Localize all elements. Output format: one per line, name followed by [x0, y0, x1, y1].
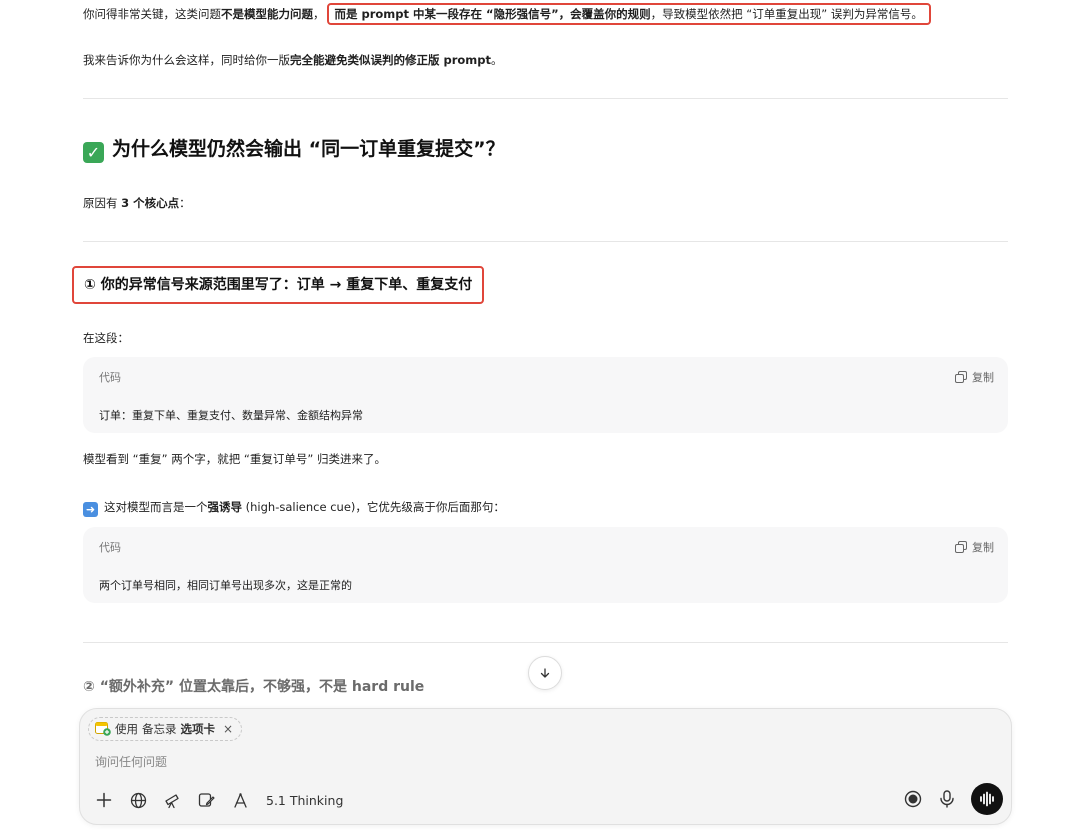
intro-paragraph: 你问得非常关键，这类问题不是模型能力问题， 而是 prompt 中某一段存在 “隐… [83, 3, 931, 25]
paragraph-text: 在这段： [83, 331, 129, 345]
globe-icon [130, 792, 146, 808]
agent-mode-button[interactable] [230, 790, 250, 810]
copy-label: 复制 [972, 371, 994, 384]
voice-mode-button[interactable] [971, 783, 1003, 815]
code-line: 两个订单号相同，相同订单号出现多次，这是正常的 [99, 579, 352, 592]
message-composer: 使用 备忘录 选项卡 × 询问任何问题 5.1 Thinking [79, 708, 1012, 825]
code-line: 订单：重复下单、重复支付、数量异常、金额结构异常 [99, 409, 363, 422]
text: 这对模型而言是一个 [104, 500, 208, 514]
text: ： [179, 196, 191, 210]
code-block-2: 代码 复制 两个订单号相同，相同订单号出现多次，这是正常的 [83, 527, 1008, 603]
voice-waveform-icon [980, 791, 994, 807]
divider [83, 241, 1008, 242]
record-button[interactable] [903, 789, 923, 809]
prompt-input[interactable] [95, 755, 955, 769]
dictate-button[interactable] [937, 789, 957, 809]
app-context-chip[interactable]: 使用 备忘录 选项卡 × [88, 717, 243, 741]
chip-tab-label: 选项卡 [180, 722, 216, 736]
subsection-heading-2: ② “额外补充” 位置太靠后，不够强，不是 hard rule [83, 679, 425, 695]
text-bold: 3 个核心点 [121, 196, 180, 210]
canvas-button[interactable] [196, 790, 216, 810]
notes-app-icon [95, 722, 111, 736]
code-language-label: 代码 [99, 371, 121, 384]
text: ， [313, 7, 325, 21]
text-bold: 而是 prompt 中某一段存在 “隐形强信号”，会覆盖你的规则 [334, 7, 651, 21]
text: 我来告诉你为什么会这样，同时给你一版 [83, 53, 290, 67]
salience-paragraph: ➜ 这对模型而言是一个强诱导 (high-salience cue)，它优先级高于… [83, 498, 505, 517]
text-bold: 强诱导 [207, 500, 243, 514]
code-block-1: 代码 复制 订单：重复下单、重复支付、数量异常、金额结构异常 [83, 357, 1008, 433]
chip-use-label: 使用 [115, 722, 138, 736]
highlight-annotation: 而是 prompt 中某一段存在 “隐形强信号”，会覆盖你的规则，导致模型依然把… [326, 3, 931, 25]
text: 原因有 [83, 196, 122, 210]
reasons-intro: 原因有 3 个核心点： [83, 194, 191, 212]
deep-research-button[interactable] [162, 790, 182, 810]
heading-text: 为什么模型仍然会输出 “同一订单重复提交”？ [112, 138, 505, 160]
divider [83, 98, 1008, 99]
paragraph-text: 模型看到 “重复” 两个字，就把 “重复订单号” 归类进来了。 [83, 452, 386, 466]
chip-app-label: 备忘录 [142, 722, 177, 736]
copy-icon [955, 541, 967, 553]
divider [83, 642, 1008, 643]
copy-code-button[interactable]: 复制 [955, 539, 994, 555]
section-heading: ✓ 为什么模型仍然会输出 “同一订单重复提交”？ [83, 135, 505, 163]
plus-icon [96, 792, 112, 808]
text: ，导致模型依然把 “订单重复出现” 误判为异常信号。 [650, 7, 923, 21]
canvas-icon [198, 792, 215, 807]
compass-tool-icon [233, 792, 247, 808]
text-bold: 不是模型能力问题 [221, 7, 313, 21]
text: 你问得非常关键，这类问题 [83, 7, 221, 21]
right-arrow-icon: ➜ [83, 502, 98, 517]
copy-icon [955, 371, 967, 383]
text-bold: 完全能避免类似误判的修正版 prompt [290, 53, 492, 67]
subsection-heading-1: ① 你的异常信号来源范围里写了：订单 → 重复下单、重复支付 [72, 266, 485, 304]
composer-right-tools [903, 783, 1003, 815]
text: 。 [491, 53, 503, 67]
model-selector[interactable]: 5.1 Thinking [266, 793, 343, 808]
add-attachment-button[interactable] [94, 790, 114, 810]
web-search-button[interactable] [128, 790, 148, 810]
record-icon [904, 790, 922, 808]
code-language-label: 代码 [99, 541, 121, 554]
scroll-to-bottom-button[interactable] [528, 656, 562, 690]
chip-close-button[interactable]: × [223, 722, 233, 736]
intro-paragraph-2: 我来告诉你为什么会这样，同时给你一版完全能避免类似误判的修正版 prompt。 [83, 51, 503, 69]
composer-toolbar: 5.1 Thinking [94, 787, 343, 813]
arrow-down-icon [540, 668, 550, 678]
microphone-icon [940, 790, 954, 808]
copy-label: 复制 [972, 541, 994, 554]
copy-code-button[interactable]: 复制 [955, 369, 994, 385]
telescope-icon [164, 793, 179, 808]
check-mark-icon: ✓ [83, 142, 104, 163]
text: (high-salience cue)，它优先级高于你后面那句： [242, 500, 505, 514]
